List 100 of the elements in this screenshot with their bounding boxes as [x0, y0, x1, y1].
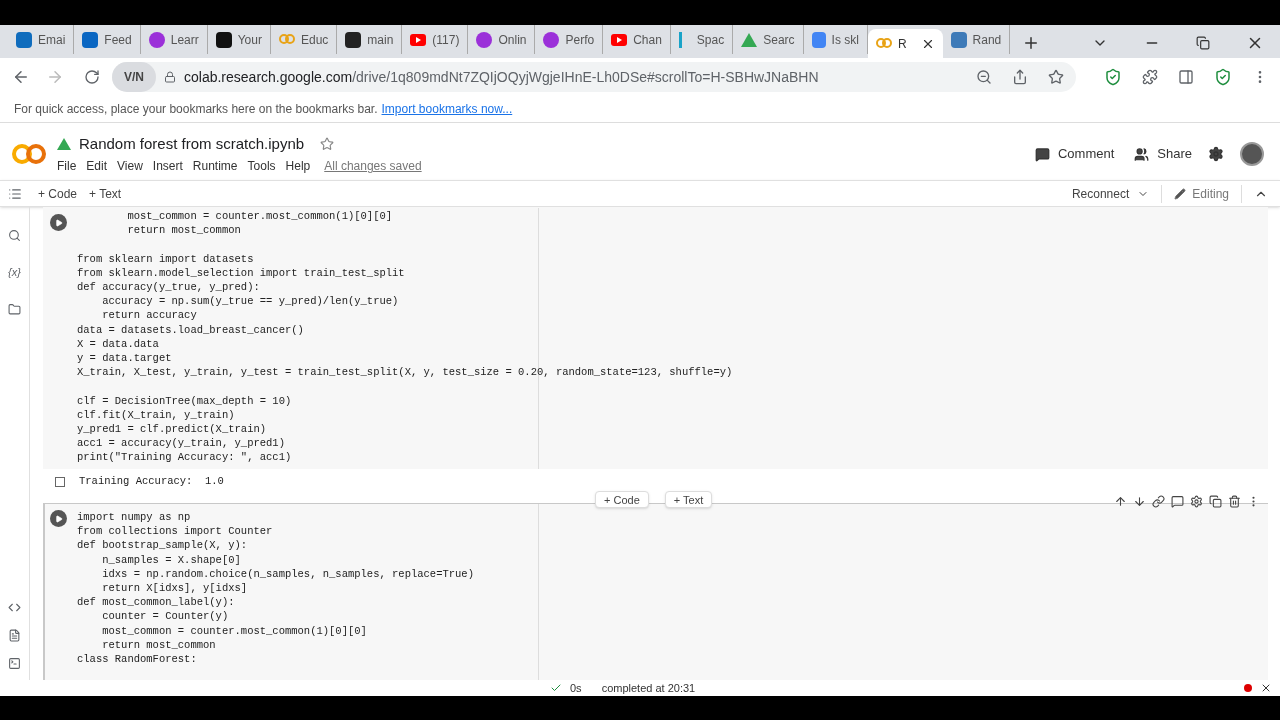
- terminal-icon[interactable]: [8, 657, 21, 670]
- browser-tab[interactable]: Educ: [270, 25, 338, 54]
- folder-icon[interactable]: [8, 302, 21, 316]
- menu-item[interactable]: File: [57, 157, 77, 176]
- code-snippets-icon[interactable]: [8, 601, 21, 614]
- code-line: y_pred1 = clf.predict(X_train): [77, 422, 267, 437]
- code-line: most_common = counter.most_common(1)[0][0]: [126, 209, 393, 224]
- tab-title: Searc: [763, 31, 795, 49]
- code-line: acc1 = accuracy(y_train, y_pred1): [77, 436, 285, 451]
- browser-tab[interactable]: Chan: [603, 25, 671, 54]
- run-duration: 0s: [570, 680, 582, 696]
- code-line: idxs = np.random.choice(n_samples, n_samples, replace=True): [101, 566, 474, 581]
- insert-code-button[interactable]: + Code: [595, 491, 649, 508]
- table-of-contents-icon[interactable]: [8, 186, 22, 201]
- tab-title: Feed: [104, 31, 132, 49]
- code-line: def most_common_label(y):: [77, 595, 235, 610]
- tab-title: main: [367, 31, 394, 49]
- run-cell-button[interactable]: [50, 214, 67, 231]
- add-text-button[interactable]: + Text: [89, 184, 122, 203]
- settings-icon[interactable]: [1190, 495, 1203, 508]
- restore-icon[interactable]: [1196, 36, 1210, 50]
- comment-icon: [1034, 146, 1050, 162]
- browser-tab[interactable]: R: [867, 29, 943, 58]
- tab-title: Educ: [300, 31, 329, 49]
- move-up-icon[interactable]: [1114, 495, 1127, 508]
- code-line: def accuracy(y_true, y_pred):: [77, 280, 260, 295]
- add-code-button[interactable]: + Code: [38, 184, 78, 203]
- settings-icon[interactable]: [1208, 146, 1224, 162]
- pencil-icon: [1174, 187, 1187, 200]
- comment-icon[interactable]: [1171, 495, 1184, 508]
- drive-icon: [57, 138, 71, 150]
- code-line: y = data.target: [77, 351, 172, 366]
- search-icon[interactable]: [8, 229, 21, 242]
- address-bar[interactable]: V/N colab.research.google.com/drive/1q809mdNt7ZQIjOQyjWgjeIHnE-Lh0DSe#scrollTo=H-SBHwJNaBHN: [112, 62, 1076, 92]
- browser-tab[interactable]: Spac: [670, 25, 734, 54]
- tab-title: Spac: [696, 31, 725, 49]
- menu-item[interactable]: View: [117, 157, 143, 176]
- extensions-icon[interactable]: [1142, 69, 1158, 85]
- code-line: return X[idxs], y[idxs]: [101, 581, 248, 596]
- browser-tab[interactable]: Emai: [8, 25, 75, 54]
- code-line: clf.fit(X_train, y_train): [77, 407, 235, 422]
- browser-tab[interactable]: Your: [207, 25, 271, 54]
- browser-tab[interactable]: (117): [402, 25, 469, 54]
- reconnect-button[interactable]: Reconnect: [1071, 184, 1163, 203]
- code-cell[interactable]: [43, 207, 1268, 469]
- shield-check-icon[interactable]: [1214, 68, 1232, 86]
- tab-title: Your: [237, 31, 262, 49]
- mirror-icon[interactable]: [1209, 495, 1222, 508]
- browser-tab[interactable]: Learr: [140, 25, 208, 54]
- code-line: accuracy = np.sum(y_true == y_pred)/len(y_true): [101, 294, 399, 309]
- menu-item[interactable]: Insert: [152, 157, 183, 176]
- browser-tab[interactable]: Perfo: [535, 25, 604, 54]
- share-button[interactable]: Share: [1134, 144, 1192, 164]
- browser-tab[interactable]: Feed: [74, 25, 141, 54]
- import-bookmarks-link[interactable]: Import bookmarks now...: [381, 100, 513, 118]
- notebook-title[interactable]: Random forest from scratch.ipynb: [79, 132, 305, 156]
- star-icon[interactable]: [320, 137, 335, 151]
- menu-item[interactable]: Runtime: [192, 157, 238, 176]
- back-icon[interactable]: [12, 68, 30, 86]
- zoom-icon[interactable]: [976, 69, 992, 85]
- url-text: colab.research.google.com/drive/1q809mdNt7ZQIjOQyjWgjeIHnE-Lh0DSe#scrollTo=H-SBHwJNaBHN: [184, 67, 819, 87]
- vpn-badge[interactable]: V/N: [112, 62, 156, 92]
- run-cell-button[interactable]: [50, 510, 67, 527]
- browser-tab[interactable]: main: [337, 25, 403, 54]
- reload-icon[interactable]: [84, 69, 100, 85]
- bookmark-star-icon[interactable]: [1048, 69, 1064, 85]
- tab-title: Emai: [38, 31, 66, 49]
- browser-tab[interactable]: Rand: [942, 25, 1011, 54]
- output-icon[interactable]: [55, 477, 65, 487]
- browser-tab[interactable]: Onlin: [468, 25, 536, 54]
- move-down-icon[interactable]: [1133, 495, 1146, 508]
- link-icon[interactable]: [1152, 495, 1165, 508]
- tab-title: R: [897, 35, 907, 53]
- code-line: most_common = counter.most_common(1)[0][0]: [101, 623, 367, 638]
- close-icon[interactable]: [1260, 682, 1272, 694]
- shield-icon[interactable]: [1104, 68, 1122, 86]
- tab-title: Is skl: [831, 31, 859, 49]
- save-status-link[interactable]: All changes saved: [324, 157, 422, 176]
- tab-title: Learr: [170, 31, 199, 49]
- menu-item[interactable]: Tools: [247, 157, 276, 176]
- tab-title: Perfo: [565, 31, 595, 49]
- code-line: return most_common: [101, 637, 216, 653]
- side-panel-icon[interactable]: [1178, 69, 1194, 85]
- code-line: counter = Counter(y): [101, 609, 229, 624]
- editing-button[interactable]: Editing: [1162, 184, 1242, 203]
- tab-title: Chan: [633, 31, 662, 49]
- tab-title: (117): [432, 31, 460, 49]
- code-cell[interactable]: [43, 503, 1268, 680]
- browser-tab[interactable]: Is skl: [803, 25, 868, 54]
- menu-item[interactable]: Help: [285, 157, 311, 176]
- browser-tab[interactable]: Searc: [733, 25, 804, 54]
- comment-button[interactable]: Comment: [1034, 144, 1115, 164]
- code-line: print("Training Accuracy: ", acc1): [77, 450, 292, 465]
- variables-icon[interactable]: {x}: [8, 264, 21, 281]
- share-icon[interactable]: [1012, 69, 1028, 85]
- code-line: X = data.data: [77, 336, 159, 351]
- delete-icon[interactable]: [1228, 495, 1241, 508]
- avatar[interactable]: [1240, 142, 1264, 166]
- insert-text-button[interactable]: + Text: [664, 491, 713, 508]
- menu-item[interactable]: Edit: [86, 157, 108, 176]
